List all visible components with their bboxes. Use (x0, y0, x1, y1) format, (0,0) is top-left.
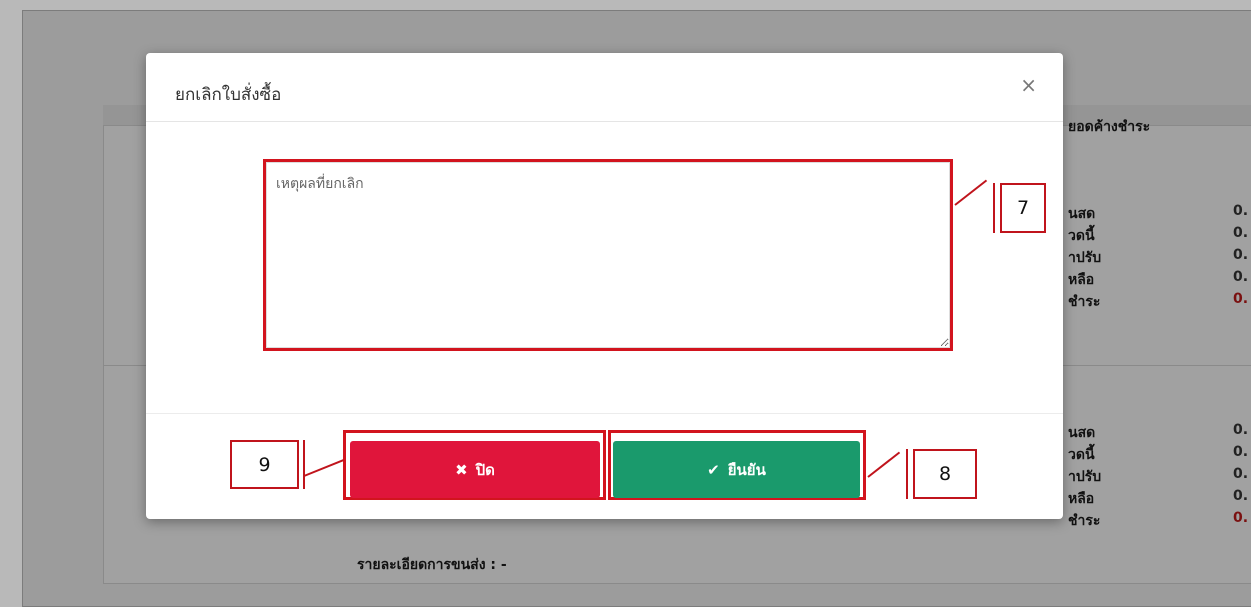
cancel-reason-annotation (263, 159, 953, 351)
summary-label: าปรับ (1068, 469, 1102, 485)
callout-connector-9 (303, 440, 305, 489)
summary-label: นสด (1068, 425, 1096, 441)
times-icon: ✖ (455, 460, 468, 479)
summary-value: 0. (1233, 203, 1249, 219)
summary-value: 0. (1233, 488, 1249, 504)
summary-label: ชำระ (1068, 294, 1101, 310)
summary-value: 0. (1233, 291, 1249, 307)
summary-value: 0. (1233, 225, 1249, 241)
summary-label: นสด (1068, 206, 1096, 222)
callout-7: 7 (1000, 183, 1046, 233)
confirm-button[interactable]: ✔ ยืนยัน (613, 441, 860, 498)
summary-value: 0. (1233, 444, 1249, 460)
summary-value: 0. (1233, 466, 1249, 482)
summary-value: 0. (1233, 510, 1249, 526)
summary-label: หลือ (1068, 491, 1095, 507)
summary-value: 0. (1233, 247, 1249, 263)
column-header-outstanding: ยอดค้างชำระ (1068, 119, 1151, 135)
callout-connector-8 (906, 449, 908, 499)
modal-header: ยกเลิกใบสั่งซื้อ × (146, 53, 1063, 122)
summary-label: วดนี้ (1068, 447, 1095, 463)
summary-label: ชำระ (1068, 513, 1101, 529)
close-button-label: ปิด (475, 460, 495, 479)
close-button[interactable]: ✖ ปิด (350, 441, 600, 498)
summary-value: 0. (1233, 422, 1249, 438)
callout-connector-7 (993, 183, 995, 233)
callout-9: 9 (230, 440, 299, 489)
check-icon: ✔ (707, 460, 720, 479)
summary-label: าปรับ (1068, 250, 1102, 266)
confirm-button-label: ยืนยัน (727, 460, 766, 479)
shipping-detail-text: รายละเอียดการขนส่ง : - (357, 557, 507, 573)
modal-title: ยกเลิกใบสั่งซื้อ (175, 85, 282, 105)
cancel-reason-textarea[interactable] (266, 162, 950, 348)
close-icon[interactable]: × (1020, 75, 1037, 95)
summary-label: หลือ (1068, 272, 1095, 288)
summary-label: วดนี้ (1068, 228, 1095, 244)
callout-8: 8 (913, 449, 977, 499)
summary-value: 0. (1233, 269, 1249, 285)
